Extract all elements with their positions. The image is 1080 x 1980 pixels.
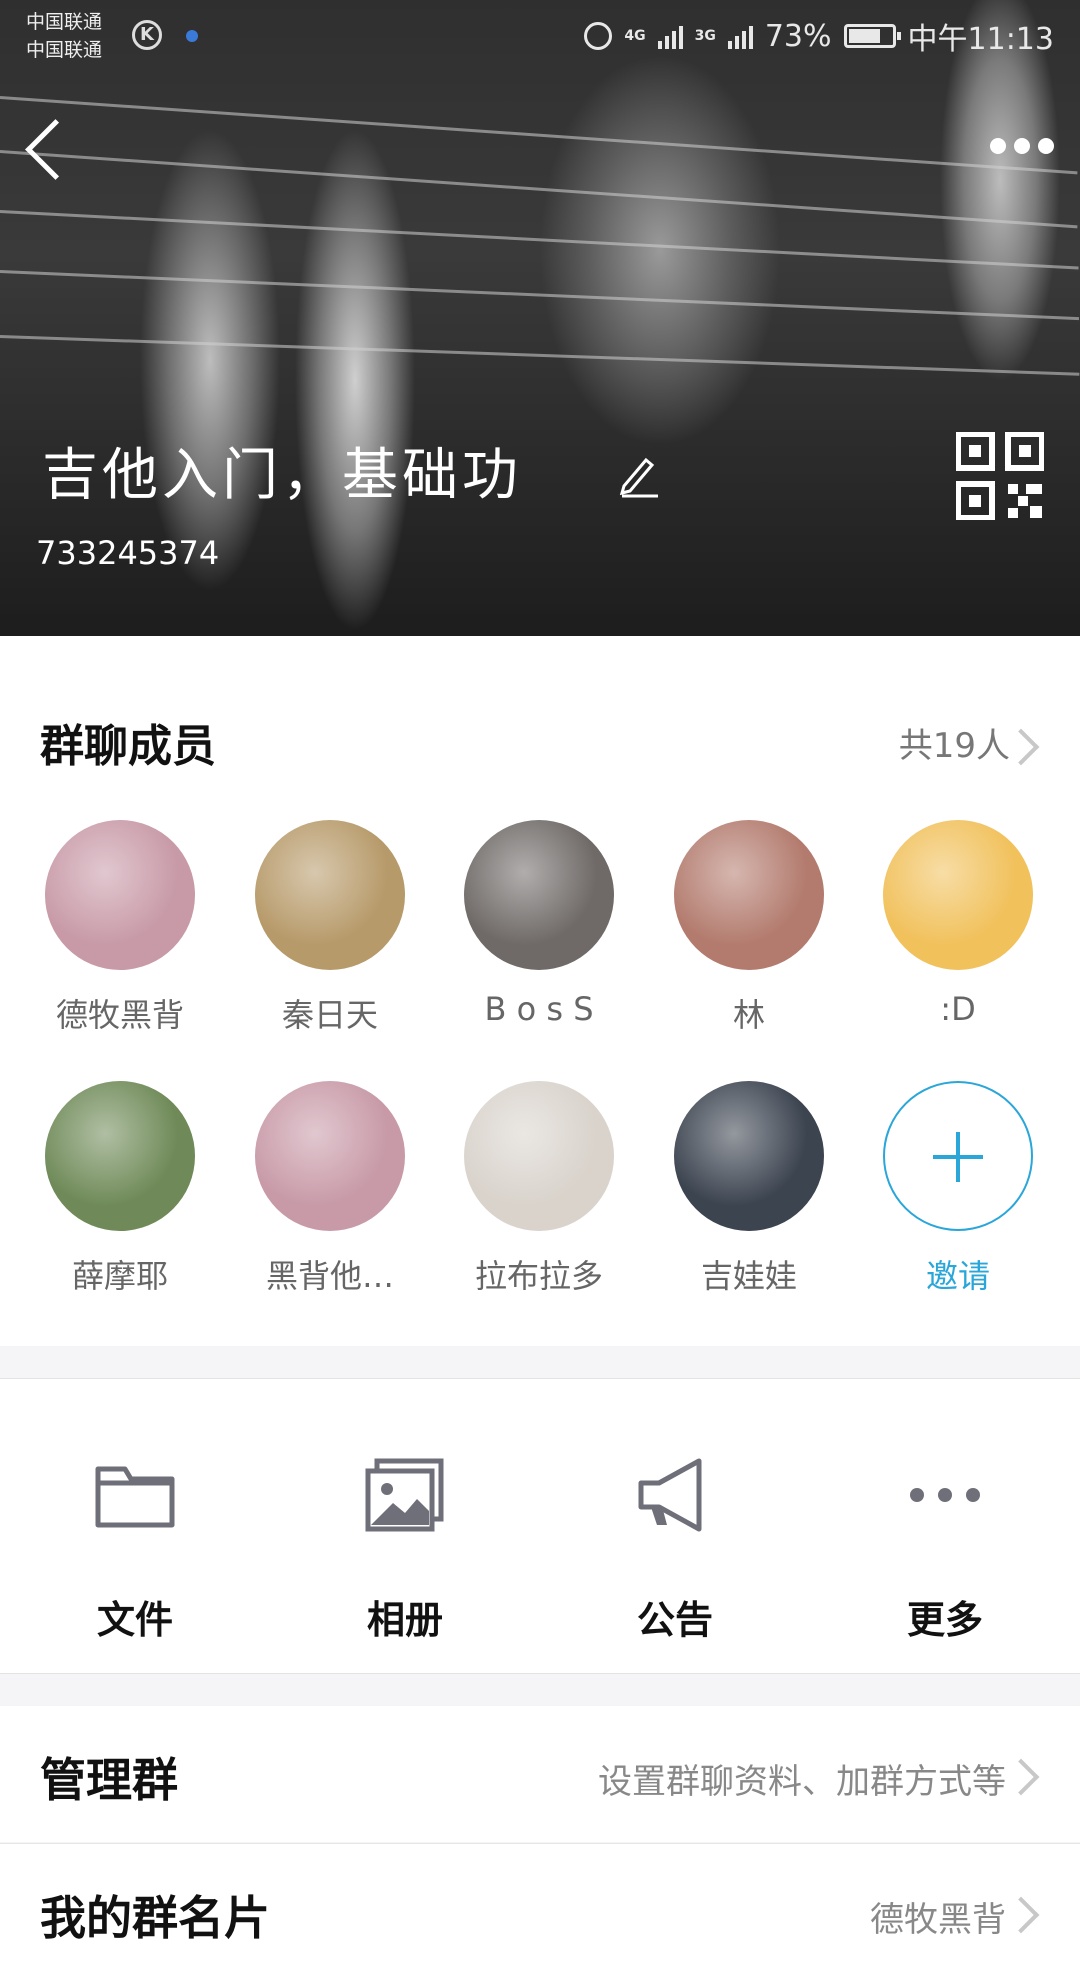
avatar bbox=[45, 1081, 195, 1231]
member-item[interactable]: 薛摩耶 bbox=[30, 1081, 210, 1297]
member-item[interactable]: 林 bbox=[659, 820, 839, 1036]
my-group-card-value: 德牧黑背 bbox=[870, 1900, 1006, 1940]
folder-icon bbox=[95, 1466, 175, 1528]
battery-fill bbox=[848, 29, 880, 43]
member-name: 黑背他… bbox=[265, 1257, 394, 1295]
avatar bbox=[464, 820, 614, 970]
avatar bbox=[674, 820, 824, 970]
members-section: 群聊成员 共19人 德牧黑背 秦日天 B o s S 林 :D 薛摩耶 黑背他… 拉布拉多 吉娃… bbox=[0, 636, 1080, 1346]
alarm-icon bbox=[584, 22, 613, 50]
net-type-1: 4G bbox=[624, 28, 646, 44]
megaphone-icon bbox=[638, 1458, 702, 1532]
tool-files[interactable]: 文件 bbox=[0, 1379, 270, 1673]
avatar bbox=[464, 1081, 614, 1231]
tool-more[interactable]: 更多 bbox=[810, 1379, 1080, 1673]
manage-group-row[interactable]: 管理群 设置群聊资料、加群方式等 bbox=[0, 1706, 1080, 1842]
chevron-right-icon bbox=[1002, 1896, 1040, 1934]
group-tools: 文件 相册 公告 更多 bbox=[0, 1378, 1080, 1674]
manage-group-value: 设置群聊资料、加群方式等 bbox=[598, 1762, 1006, 1802]
members-title: 群聊成员 bbox=[40, 721, 216, 772]
carrier-label-1: 中国联通 bbox=[26, 11, 103, 33]
member-name: 秦日天 bbox=[281, 996, 378, 1034]
battery-icon bbox=[843, 24, 901, 48]
member-item[interactable]: B o s S bbox=[449, 820, 629, 1028]
group-id: 733245374 bbox=[36, 534, 220, 572]
decor-string bbox=[0, 335, 1080, 376]
member-item[interactable]: 吉娃娃 bbox=[659, 1081, 839, 1297]
my-group-card-row[interactable]: 我的群名片 德牧黑背 bbox=[0, 1843, 1080, 1980]
notification-dot-icon bbox=[186, 30, 198, 42]
member-name: 林 bbox=[732, 996, 765, 1034]
member-item[interactable]: 德牧黑背 bbox=[30, 820, 210, 1036]
tool-label: 公告 bbox=[636, 1598, 713, 1642]
member-item[interactable]: :D bbox=[868, 820, 1048, 1028]
manage-group-title: 管理群 bbox=[40, 1753, 178, 1807]
tool-announcement[interactable]: 公告 bbox=[540, 1379, 810, 1673]
edit-name-icon[interactable] bbox=[618, 452, 660, 498]
signal-icon bbox=[727, 23, 753, 49]
member-name: 德牧黑背 bbox=[55, 996, 184, 1034]
carrier-label-2: 中国联通 bbox=[26, 39, 103, 61]
member-item[interactable]: 秦日天 bbox=[240, 820, 420, 1036]
qr-code-icon[interactable] bbox=[956, 432, 1044, 520]
invite-button[interactable]: 邀请 bbox=[868, 1081, 1048, 1297]
group-cover-image: 中国联通 中国联通 K 4G 3G 73% 中午11:13 吉他入门，基础功 7… bbox=[0, 0, 1080, 636]
member-name: 薛摩耶 bbox=[71, 1257, 168, 1295]
plus-icon bbox=[883, 1081, 1033, 1231]
avatar bbox=[255, 1081, 405, 1231]
signal-icon bbox=[657, 23, 683, 49]
app-k-icon: K bbox=[132, 20, 162, 50]
more-options-button[interactable] bbox=[990, 138, 1054, 154]
net-type-2: 3G bbox=[694, 28, 716, 44]
status-right: 4G 3G 73% 中午11:13 bbox=[584, 14, 1054, 58]
decor-string bbox=[0, 210, 1079, 270]
tool-album[interactable]: 相册 bbox=[270, 1379, 540, 1673]
member-item[interactable]: 拉布拉多 bbox=[449, 1081, 629, 1297]
avatar bbox=[883, 820, 1033, 970]
member-name: B o s S bbox=[484, 990, 594, 1028]
battery-percent: 73% bbox=[764, 18, 832, 54]
clock: 中午11:13 bbox=[907, 22, 1054, 57]
avatar bbox=[255, 820, 405, 970]
carrier-labels: 中国联通 中国联通 bbox=[26, 8, 102, 64]
my-group-card-title: 我的群名片 bbox=[40, 1891, 270, 1945]
member-item[interactable]: 黑背他… bbox=[240, 1081, 420, 1297]
member-name: :D bbox=[940, 990, 976, 1028]
back-button[interactable] bbox=[24, 112, 74, 188]
group-name: 吉他入门，基础功 bbox=[42, 443, 522, 508]
avatar bbox=[674, 1081, 824, 1231]
tool-label: 文件 bbox=[96, 1598, 173, 1642]
more-dots-icon bbox=[910, 1488, 980, 1502]
avatar bbox=[45, 820, 195, 970]
chevron-right-icon bbox=[1002, 1758, 1040, 1796]
tool-label: 更多 bbox=[906, 1598, 983, 1642]
album-icon bbox=[365, 1458, 444, 1532]
member-name: 拉布拉多 bbox=[474, 1257, 603, 1295]
member-name: 吉娃娃 bbox=[700, 1257, 797, 1295]
decor-string bbox=[0, 270, 1080, 321]
members-count: 共19人 bbox=[898, 726, 1010, 766]
tool-label: 相册 bbox=[366, 1598, 443, 1642]
invite-label: 邀请 bbox=[925, 1257, 990, 1295]
status-bar: 中国联通 中国联通 K 4G 3G 73% 中午11:13 bbox=[0, 0, 1080, 72]
